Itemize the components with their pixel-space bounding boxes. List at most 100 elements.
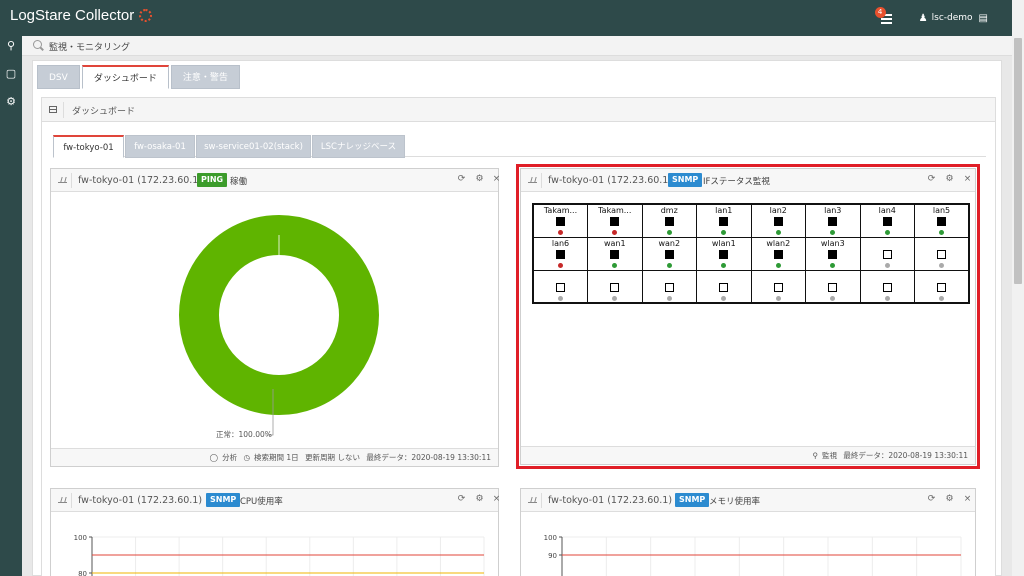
interface-cell[interactable]: wlan3 — [805, 236, 861, 271]
analysis-link[interactable]: 分析 — [222, 453, 237, 462]
port-icon — [719, 282, 729, 292]
port-icon — [664, 282, 674, 292]
sidebar-search-icon[interactable]: ⚲ — [0, 36, 22, 56]
interface-cell[interactable] — [587, 269, 643, 304]
port-icon — [556, 217, 565, 226]
page-scrollbar[interactable] — [1012, 0, 1024, 576]
interface-cell[interactable] — [859, 236, 915, 271]
interface-cell[interactable]: wan1 — [587, 236, 643, 271]
tab-dashboard[interactable]: ダッシュボード — [81, 65, 169, 89]
cpu-line-chart: 100 80 — [74, 534, 485, 576]
app-title[interactable]: LogStare Collector — [10, 7, 134, 24]
status-dot-icon — [830, 295, 836, 301]
widget-host: fw-tokyo-01 (172.23.60.1) — [548, 495, 673, 506]
close-icon[interactable]: × — [962, 494, 973, 504]
interface-cell[interactable]: lan5 — [914, 203, 970, 238]
tab-fw-osaka-01[interactable]: fw-osaka-01 — [125, 135, 195, 158]
interface-name: Takam... — [598, 206, 632, 215]
header-divider — [63, 102, 64, 118]
monitor-link[interactable]: 監視 — [822, 451, 837, 460]
y-tick-label: 100 — [544, 534, 557, 542]
gear-icon[interactable]: ⚙ — [944, 174, 955, 184]
port-icon — [610, 282, 620, 292]
widget-header: fw-tokyo-01 (172.23.60.1) PING 稼働 ⟳ ⚙ × — [51, 169, 500, 192]
port-icon — [882, 282, 892, 292]
status-dot-icon — [775, 262, 781, 268]
close-icon[interactable]: × — [962, 174, 973, 184]
interface-cell[interactable] — [696, 269, 752, 304]
memory-widget: fw-tokyo-01 (172.23.60.1) SNMP メモリ使用率 ⟳ … — [520, 488, 976, 576]
sidebar-gears-icon[interactable]: ⚙ — [0, 92, 22, 112]
tab-alerts[interactable]: 注意・警告 — [170, 65, 240, 89]
port-icon — [828, 217, 838, 226]
interface-cell[interactable] — [859, 269, 915, 304]
interface-cell[interactable]: dmz — [641, 203, 697, 238]
header-divider — [541, 493, 542, 508]
interface-cell[interactable]: lan6 — [532, 236, 588, 271]
interface-cell[interactable] — [805, 269, 861, 304]
interface-cell[interactable]: lan2 — [750, 203, 806, 238]
interface-cell[interactable] — [914, 236, 970, 271]
status-dot-icon — [939, 262, 944, 268]
refresh-icon[interactable]: ⟳ — [456, 174, 467, 184]
sidebar-book-icon[interactable]: ▢ — [0, 64, 22, 84]
widget-metric: CPU使用率 — [240, 497, 283, 507]
refresh-icon[interactable]: ⟳ — [926, 494, 937, 504]
gear-icon[interactable]: ⚙ — [474, 174, 485, 184]
interface-cell[interactable]: wlan1 — [696, 236, 752, 271]
interface-cell[interactable]: lan1 — [696, 203, 752, 238]
dashboard-title: ダッシュボード — [72, 107, 136, 117]
memory-line-chart: 100 90 — [544, 534, 962, 576]
port-icon — [610, 217, 620, 226]
gear-icon[interactable]: ⚙ — [944, 494, 955, 504]
gear-icon[interactable]: ⚙ — [474, 494, 485, 504]
interface-cell[interactable]: Takam... — [587, 203, 643, 238]
last-data-time: 最終データ：2020-08-19 13:30:11 — [366, 453, 491, 462]
status-dot-icon — [721, 295, 727, 301]
ping-badge: PING — [197, 173, 228, 187]
magnifier-icon[interactable]: ⚲ — [812, 451, 818, 460]
pulse-icon — [58, 498, 67, 503]
port-icon — [773, 217, 783, 226]
refresh-period[interactable]: 更新周期 しない — [305, 453, 360, 462]
tab-sw-service01-02[interactable]: sw-service01-02(stack) — [196, 135, 311, 158]
tab-lsc-knowledge-base[interactable]: LSCナレッジベース — [312, 135, 405, 158]
port-icon — [828, 282, 838, 292]
analysis-icon[interactable]: ◯ — [210, 453, 218, 462]
sidebar: ⚲ ▢ ⚙ — [0, 36, 22, 576]
notification-list-button[interactable]: 4 — [874, 7, 897, 28]
user-name[interactable]: lsc-demo — [932, 13, 973, 23]
breadcrumb: 監視・モニタリング — [22, 36, 1012, 56]
status-dot-icon — [612, 262, 618, 268]
interface-cell[interactable] — [914, 269, 970, 304]
interface-cell[interactable]: lan4 — [859, 203, 915, 238]
dashboard-icon — [49, 106, 57, 113]
interface-cell[interactable]: Takam... — [532, 203, 588, 238]
cpu-widget: fw-tokyo-01 (172.23.60.1) SNMP CPU使用率 ⟳ … — [50, 488, 502, 576]
search-period[interactable]: 検索期間 1日 — [254, 453, 299, 462]
y-tick-label: 100 — [74, 534, 87, 542]
tab-dsv[interactable]: DSV — [37, 65, 80, 89]
interface-cell[interactable]: wlan2 — [750, 236, 806, 271]
port-icon — [937, 217, 946, 226]
status-dot-icon — [939, 230, 944, 235]
refresh-icon[interactable]: ⟳ — [926, 174, 937, 184]
interface-name: wlan1 — [711, 238, 736, 248]
interface-cell[interactable] — [750, 269, 806, 304]
pulse-icon — [58, 178, 67, 183]
interface-cell[interactable]: wan2 — [641, 236, 697, 271]
page-scrollbar-thumb[interactable] — [1014, 38, 1022, 284]
header-divider — [71, 173, 72, 188]
logout-icon[interactable]: ▤ — [979, 13, 988, 24]
port-icon — [664, 217, 674, 226]
widget-host: fw-tokyo-01 (172.23.60.1) — [548, 175, 673, 186]
refresh-icon[interactable]: ⟳ — [456, 494, 467, 504]
close-icon[interactable]: × — [491, 174, 502, 184]
interface-cell[interactable] — [532, 269, 588, 304]
status-dot-icon — [721, 230, 727, 235]
tab-fw-tokyo-01[interactable]: fw-tokyo-01 — [53, 135, 124, 158]
interface-cell[interactable] — [641, 269, 697, 304]
close-icon[interactable]: × — [491, 494, 502, 504]
interface-cell[interactable]: lan3 — [805, 203, 861, 238]
status-dot-icon — [830, 230, 836, 235]
